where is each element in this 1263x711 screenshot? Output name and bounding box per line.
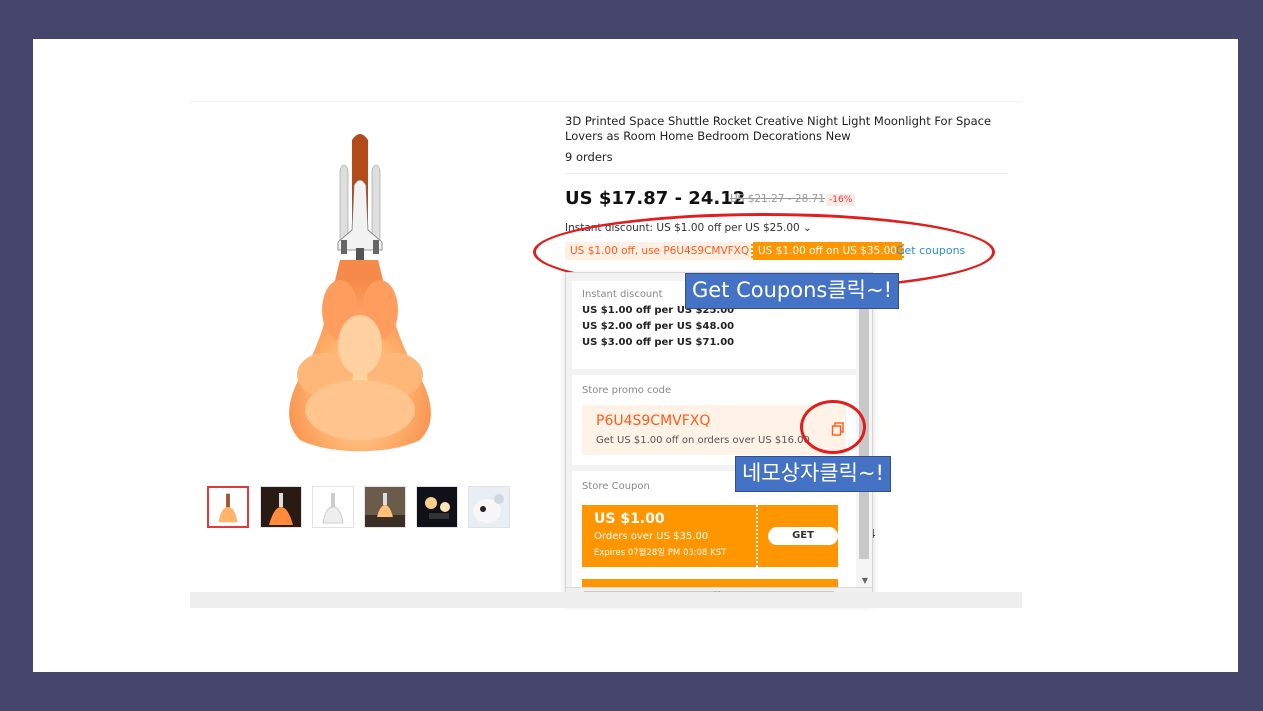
thumbnail-1[interactable] <box>207 486 249 528</box>
product-main-image[interactable] <box>270 130 450 455</box>
original-price: US $21.27 - 28.71 <box>730 193 825 205</box>
callout-copy-code: 네모상자클릭~! <box>735 456 891 492</box>
discount-tier: US $2.00 off per US $48.00 <box>582 321 735 332</box>
thumbnail-3[interactable] <box>312 486 354 528</box>
discount-tier: US $3.00 off per US $71.00 <box>582 337 735 348</box>
coupon-amount: US $1.00 <box>594 511 665 527</box>
coupon-condition: Orders over US $35.00 <box>594 531 709 542</box>
thumbnail-5[interactable] <box>416 486 458 528</box>
coupon-card: US $1.00 Orders over US $35.00 Expires 0… <box>582 505 838 567</box>
page-footer-bar <box>190 592 1022 608</box>
thumbnail-4[interactable] <box>364 486 406 528</box>
section-label: Store promo code <box>582 385 672 396</box>
promo-code: P6U4S9CMVFXQ <box>596 413 711 429</box>
callout-get-coupons: Get Coupons클릭~! <box>685 273 900 309</box>
divider <box>565 173 1008 174</box>
get-coupon-button[interactable]: GET <box>768 527 838 545</box>
scroll-down-icon[interactable]: ▼ <box>862 576 868 585</box>
highlight-ellipse <box>800 400 866 454</box>
thumbnail-2[interactable] <box>260 486 302 528</box>
product-price: US $17.87 - 24.12 <box>565 188 746 209</box>
promo-description: Get US $1.00 off on orders over US $16.0… <box>596 435 810 446</box>
coupon-expiry: Expires 07월28일 PM 03:08 KST <box>594 548 727 558</box>
coupon-divider <box>756 505 758 567</box>
discount-badge: -16% <box>826 194 856 206</box>
orders-count: 9 orders <box>565 150 613 164</box>
product-title: 3D Printed Space Shuttle Rocket Creative… <box>565 114 992 143</box>
thumbnail-6[interactable] <box>468 486 510 528</box>
coupon-info: US $1.00 Orders over US $35.00 Expires 0… <box>582 505 756 567</box>
divider <box>190 101 1022 102</box>
